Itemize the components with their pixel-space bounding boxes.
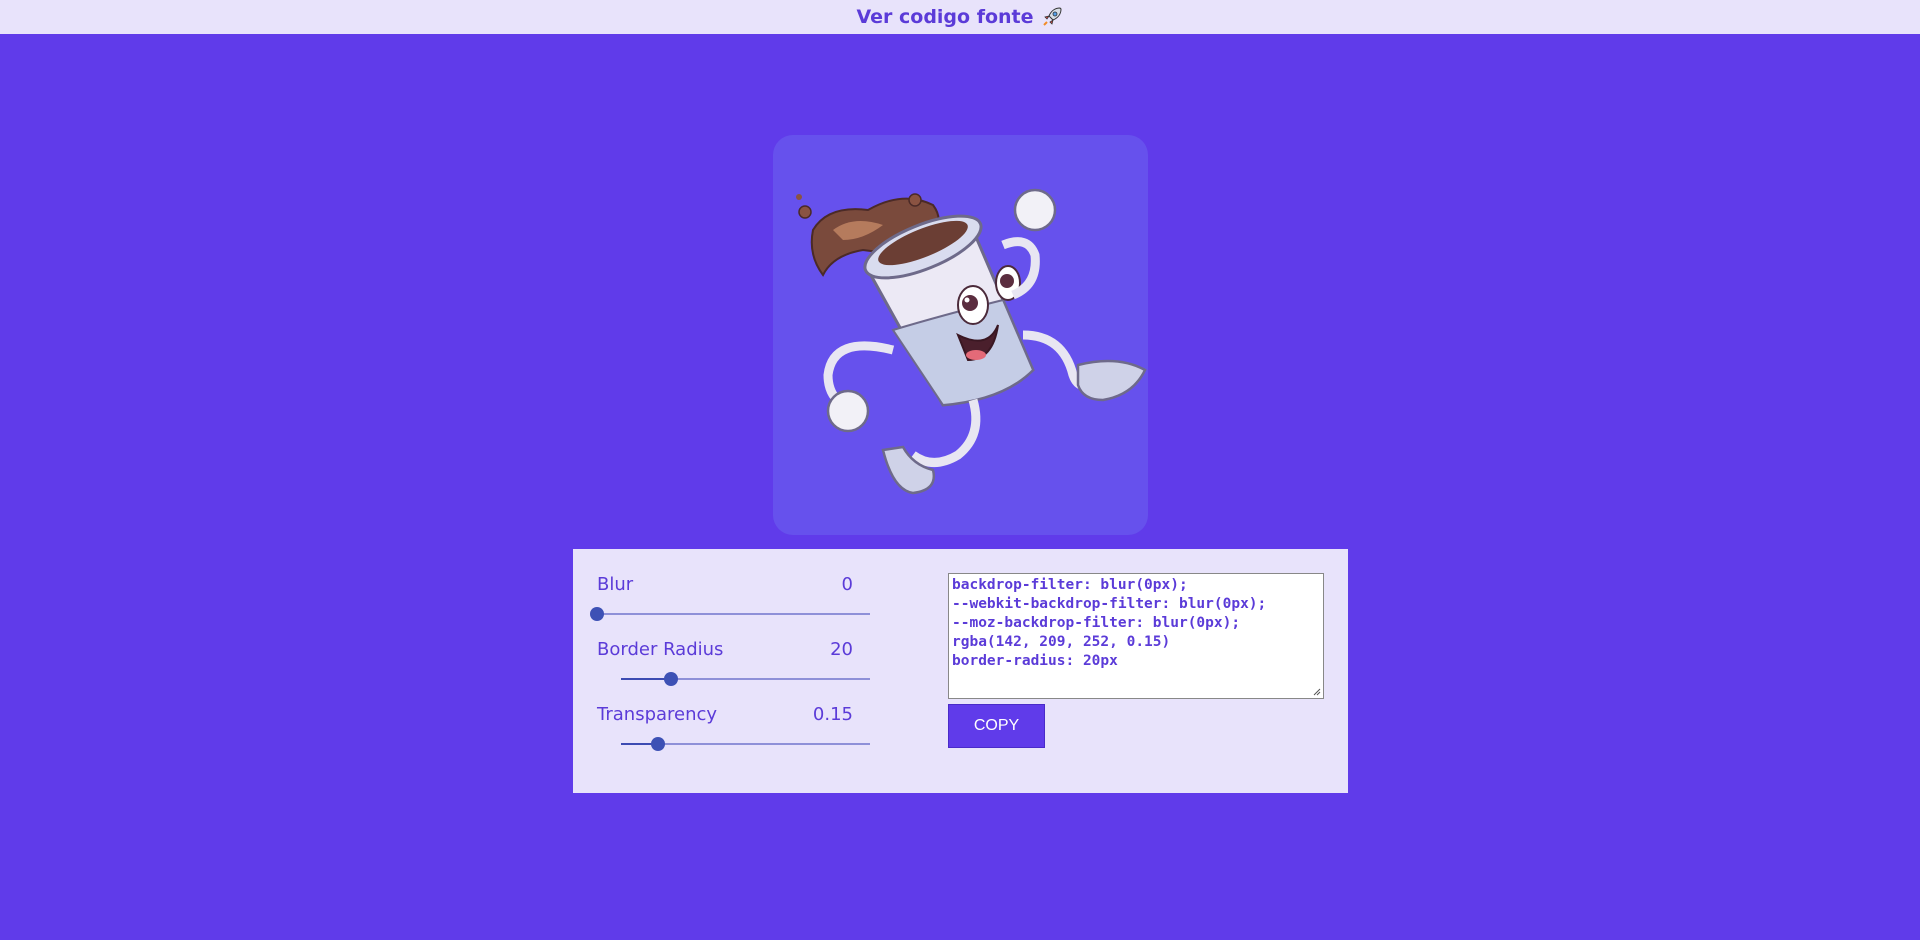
blur-label: Blur xyxy=(597,574,634,595)
border-radius-value: 20 xyxy=(830,639,853,660)
css-output-textarea[interactable]: backdrop-filter: blur(0px); --webkit-bac… xyxy=(948,573,1324,699)
glass-preview-card xyxy=(773,135,1148,535)
blur-control: Blur 0 xyxy=(590,574,877,639)
sliders-group: Blur 0 Border Radius 20 Transparency 0.1… xyxy=(590,574,877,769)
transparency-label: Transparency xyxy=(597,704,718,725)
border-radius-label: Border Radius xyxy=(597,639,724,660)
resize-grip-icon[interactable] xyxy=(1311,686,1321,696)
border-radius-control: Border Radius 20 xyxy=(597,639,877,704)
coffee-cup-mascot-image xyxy=(796,188,1147,495)
rocket-icon xyxy=(1042,7,1062,26)
border-radius-slider[interactable] xyxy=(621,672,870,686)
top-bar: Ver codigo fonte xyxy=(0,0,1920,34)
transparency-control: Transparency 0.15 xyxy=(597,704,877,769)
blur-slider-track xyxy=(597,613,870,615)
controls-panel: Blur 0 Border Radius 20 Transparency 0.1… xyxy=(573,549,1348,793)
transparency-value: 0.15 xyxy=(812,704,853,725)
blur-value: 0 xyxy=(841,574,853,595)
blur-slider-thumb[interactable] xyxy=(590,607,604,621)
source-code-link[interactable]: Ver codigo fonte xyxy=(856,5,1063,29)
copy-button[interactable]: COPY xyxy=(948,704,1045,748)
border-radius-slider-thumb[interactable] xyxy=(663,672,678,686)
transparency-slider-thumb[interactable] xyxy=(651,737,666,751)
css-output-text: backdrop-filter: blur(0px); --webkit-bac… xyxy=(952,577,1267,669)
source-code-link-text: Ver codigo fonte xyxy=(856,6,1034,28)
blur-slider[interactable] xyxy=(590,607,870,621)
transparency-slider[interactable] xyxy=(621,737,870,751)
